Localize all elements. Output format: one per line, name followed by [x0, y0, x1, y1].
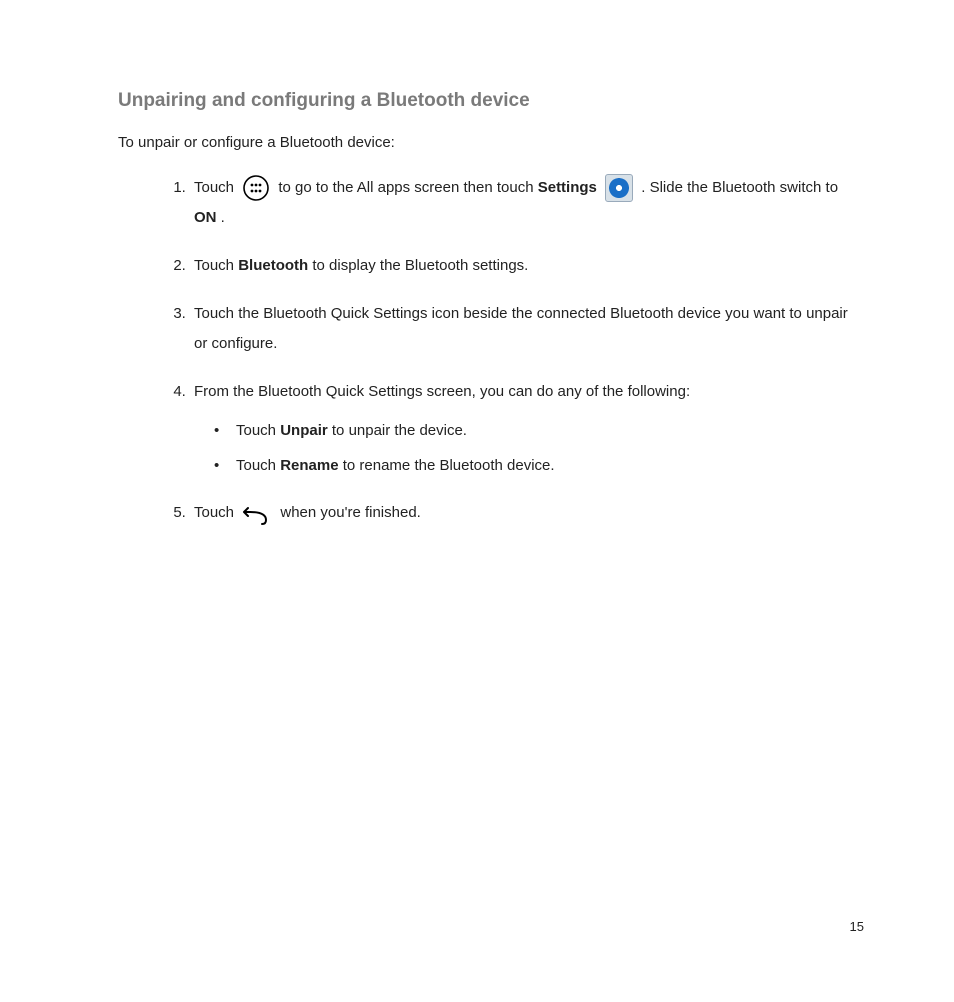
step-1: Touch to go to the All apps screen then … [190, 173, 864, 233]
manual-page: Unpairing and configuring a Bluetooth de… [0, 0, 954, 1002]
step-4-intro: From the Bluetooth Quick Settings screen… [194, 383, 690, 400]
step-2-bluetooth-label: Bluetooth [238, 257, 308, 274]
step-4: From the Bluetooth Quick Settings screen… [190, 377, 864, 480]
back-icon [242, 500, 272, 526]
bullet-unpair: Touch Unpair to unpair the device. [208, 417, 864, 446]
step-1-settings-label: Settings [538, 179, 597, 196]
page-number: 15 [850, 919, 864, 934]
all-apps-icon [242, 174, 270, 202]
bullet-rename-b: to rename the Bluetooth device. [343, 457, 555, 474]
step-1-text-a: Touch [194, 179, 238, 196]
settings-icon [605, 174, 633, 202]
step-1-text-c: . Slide the Bluetooth switch to [641, 179, 838, 196]
bullet-rename-a: Touch [236, 457, 280, 474]
step-2: Touch Bluetooth to display the Bluetooth… [190, 251, 864, 281]
step-2-text-a: Touch [194, 257, 238, 274]
bullet-unpair-label: Unpair [280, 422, 328, 439]
step-5-text-a: Touch [194, 504, 238, 521]
bullet-rename-label: Rename [280, 457, 338, 474]
step-5: Touch when you're finished. [190, 498, 864, 528]
step-5-text-b: when you're finished. [280, 504, 420, 521]
bullet-unpair-a: Touch [236, 422, 280, 439]
bullet-rename: Touch Rename to rename the Bluetooth dev… [208, 452, 864, 481]
step-1-text-d: . [221, 209, 225, 226]
section-heading: Unpairing and configuring a Bluetooth de… [118, 90, 864, 112]
step-1-on-label: ON [194, 209, 217, 226]
step-1-text-b: to go to the All apps screen then touch [278, 179, 537, 196]
step-4-bullets: Touch Unpair to unpair the device. Touch… [208, 417, 864, 480]
steps-list: Touch to go to the All apps screen then … [118, 173, 864, 528]
step-3: Touch the Bluetooth Quick Settings icon … [190, 299, 864, 359]
step-2-text-b: to display the Bluetooth settings. [312, 257, 528, 274]
intro-text: To unpair or configure a Bluetooth devic… [118, 134, 864, 151]
bullet-unpair-b: to unpair the device. [332, 422, 467, 439]
